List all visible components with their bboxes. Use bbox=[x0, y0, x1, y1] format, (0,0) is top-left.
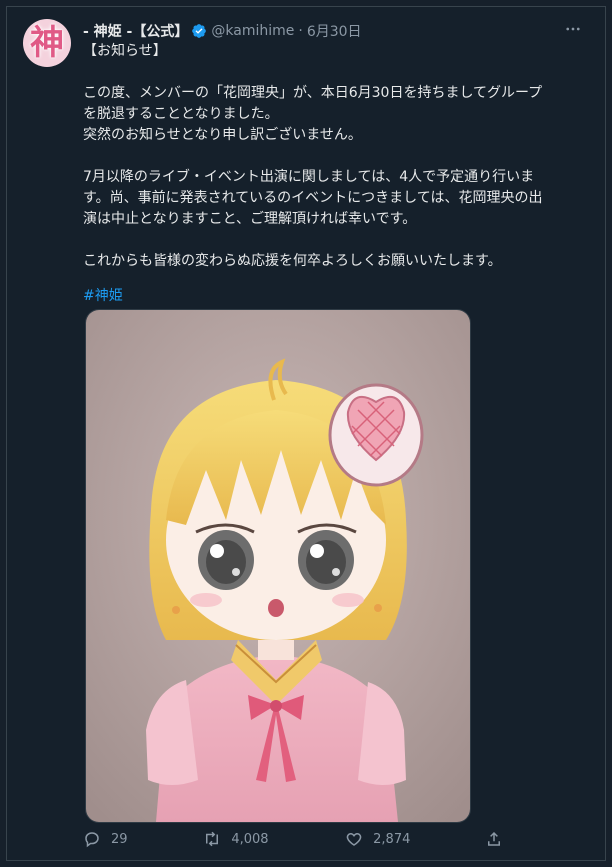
tweet-header: - 神姫 -【公式】 @kamihime · 6月30日 bbox=[83, 21, 362, 41]
reply-icon bbox=[85, 832, 99, 848]
avatar-glyph: 神 bbox=[30, 23, 64, 63]
tweet-line: 7月以降のライブ・イベント出演に関しましては、4人で予定通り行いま bbox=[83, 169, 535, 185]
tweet-line: 演は中止となりますこと、ご理解頂ければ幸いです。 bbox=[83, 211, 417, 227]
tweet-line: す。尚、事前に発表されているのイベントにつきましては、花岡理央の出 bbox=[83, 190, 543, 206]
tweet-line: 【お知らせ】 bbox=[83, 43, 167, 59]
retweet-count: 4,008 bbox=[231, 831, 269, 847]
share-icon bbox=[488, 831, 501, 846]
handle[interactable]: @kamihime bbox=[211, 23, 294, 39]
tweet-image[interactable] bbox=[85, 309, 471, 823]
tweet-line: を脱退することとなりました。 bbox=[83, 106, 279, 122]
display-name[interactable]: - 神姫 -【公式】 bbox=[83, 21, 188, 41]
like-count: 2,874 bbox=[373, 831, 411, 847]
tweet-line: これからも皆様の変わらぬ応援を何卒よろしくお願いいたします。 bbox=[83, 253, 502, 269]
reply-button[interactable]: 29 bbox=[83, 830, 203, 848]
verified-badge-icon bbox=[191, 23, 207, 39]
tweet-line: この度、メンバーの「花岡理央」が、本日6月30日を持ちましてグループ bbox=[83, 85, 543, 101]
more-icon[interactable] bbox=[561, 19, 585, 39]
retweet-icon bbox=[206, 831, 219, 847]
tweet-date[interactable]: 6月30日 bbox=[307, 21, 362, 41]
avatar[interactable]: 神 bbox=[23, 19, 71, 67]
like-icon bbox=[346, 832, 362, 846]
separator-dot: · bbox=[298, 23, 303, 39]
tweet-card[interactable]: 神 - 神姫 -【公式】 @kamihime · 6月30日 【お知らせ】 この… bbox=[6, 6, 606, 861]
reply-count: 29 bbox=[111, 831, 128, 847]
tweet-line: 突然のお知らせとなり申し訳ございません。 bbox=[83, 127, 362, 143]
like-button[interactable]: 2,874 bbox=[345, 830, 485, 848]
illustration bbox=[86, 310, 470, 822]
retweet-button[interactable]: 4,008 bbox=[203, 830, 345, 848]
tweet-actions: 29 4,008 2,874 bbox=[83, 827, 513, 851]
hashtag-link[interactable]: #神姫 bbox=[83, 286, 589, 307]
tweet-text: 【お知らせ】 この度、メンバーの「花岡理央」が、本日6月30日を持ちましてグルー… bbox=[83, 41, 589, 307]
share-button[interactable] bbox=[485, 830, 513, 848]
